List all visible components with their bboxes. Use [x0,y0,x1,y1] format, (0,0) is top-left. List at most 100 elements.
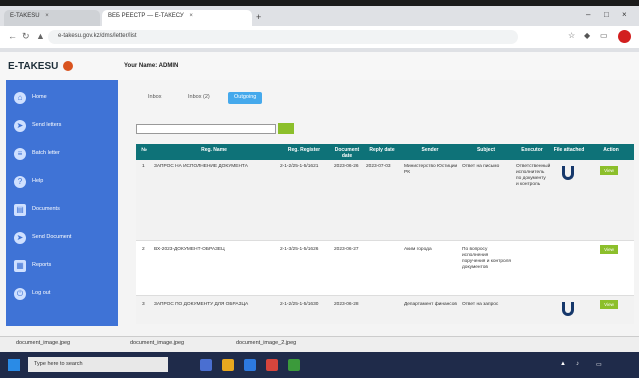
volume-icon[interactable]: ♪ [576,361,579,367]
sidebar-item-home[interactable]: ⌂ Home [12,90,116,108]
browser-tab-2[interactable]: ВЕБ РЕЕСТР — Е-ТАКЕСУ × [102,10,252,26]
profile-avatar[interactable] [618,30,631,43]
address-bar-row: ← ↻ ▲ e-takesu.gov.kz/dms/letter/list ☆ … [0,26,639,48]
new-tab-icon[interactable]: + [256,12,261,22]
sidebar-item-send-letters[interactable]: ➤ Send letters [12,118,116,136]
letters-table: № Reg. Name Reg. Register Document date … [136,144,634,324]
home-icon: ⌂ [14,92,26,104]
column-header[interactable]: Reply date [364,147,400,153]
column-header[interactable]: Action [592,147,630,153]
table-row[interactable]: 1 ЗАПРОС НА ИСПОЛНЕНИЕ ДОКУМЕНТА 2-1-2/2… [136,160,634,240]
logout-icon: ⏻ [14,288,26,300]
view-button[interactable]: View [600,245,618,254]
reload-icon[interactable]: ↻ [22,31,30,42]
search-button[interactable] [278,123,294,134]
column-header[interactable]: Document date [332,147,362,159]
sender-cell: Аким города [404,247,432,252]
sidebar: ⌂ Home ➤ Send letters ≡ Batch letter ? H… [6,80,118,326]
send-icon: ➤ [14,120,26,132]
reg-name-cell: ВХ-2023-ДОКУМЕНТ-ОБРАЗЕЦ [154,247,225,252]
os-taskbar: Type here to search ▲ ♪ ▭ [0,352,639,378]
maximize-icon[interactable]: □ [604,10,609,19]
extensions-icon[interactable]: ◆ [584,31,590,40]
subtab-inbox-2[interactable]: Inbox (2) [182,92,216,104]
subject-cell: Ответ на запрос [462,302,499,307]
batch-icon: ≡ [14,148,26,160]
table-row[interactable]: 3 ЗАПРОС ПО ДОКУМЕНТУ ДЛЯ ОБРАЗЦА 2-1-2/… [136,296,634,324]
sidebar-icon[interactable]: ▭ [600,31,608,40]
sidebar-item-label: Batch letter [32,150,60,156]
sidebar-item-documents[interactable]: ▤ Documents [12,202,116,220]
sidebar-item-label: Help [32,178,44,184]
sender-cell: Департамент финансов [404,302,457,307]
reg-register-cell: 2-1-2/25-1-5/1630 [280,302,319,307]
reg-register-cell: 2-1-2/25-1-5/1621 [280,164,319,169]
sidebar-item-send-document[interactable]: ➤ Send Document [12,230,116,248]
column-header[interactable]: Reg. Register [278,147,330,153]
browser-tab-1[interactable]: E-TAKESU × [4,10,100,26]
close-icon[interactable]: × [45,13,49,19]
sidebar-item-help[interactable]: ? Help [12,174,116,192]
table-row[interactable]: 2 ВХ-2023-ДОКУМЕНТ-ОБРАЗЕЦ 2-1-3/25-1-5/… [136,241,634,295]
subtab-outgoing[interactable]: Outgoing [228,92,263,104]
sidebar-item-label: Send letters [32,122,62,128]
reg-name-cell: ЗАПРОС НА ИСПОЛНЕНИЕ ДОКУМЕНТА [154,164,248,169]
file-explorer-icon[interactable] [222,359,234,371]
sidebar-item-batch-letter[interactable]: ≡ Batch letter [12,146,116,164]
sidebar-item-logout[interactable]: ⏻ Log out [12,286,116,304]
column-header[interactable]: Reg. Name [152,147,276,153]
document-date-cell: 2023-06-26 [334,164,359,169]
sidebar-item-label: Log out [32,290,51,296]
download-item[interactable]: document_image_2.jpeg [236,340,296,346]
search-input[interactable] [136,124,276,134]
column-header[interactable]: № [138,147,150,153]
app-icon[interactable] [288,359,300,371]
executor-cell: Ответственный исполнитель по документу и… [516,164,551,187]
sidebar-item-reports[interactable]: ▦ Reports [12,258,116,276]
app-logo[interactable]: E-TAKESU [8,61,74,72]
minimize-icon[interactable]: – [586,10,590,19]
subtab-inbox[interactable]: Inbox [142,92,167,104]
column-header[interactable]: File attached [552,147,586,153]
sidebar-item-label: Home [32,94,47,100]
row-number: 1 [142,164,145,169]
browser-chrome: E-TAKESU × ВЕБ РЕЕСТР — Е-ТАКЕСУ × + – □… [0,6,639,52]
table-header: № Reg. Name Reg. Register Document date … [136,144,634,160]
network-icon[interactable]: ▲ [560,361,566,367]
star-icon[interactable]: ☆ [568,31,575,40]
close-icon[interactable]: × [189,13,193,19]
sidebar-item-label: Reports [32,262,52,268]
notifications-icon[interactable]: ▭ [596,361,602,368]
attachment-icon[interactable] [562,166,574,180]
report-icon: ▦ [14,260,26,272]
document-date-cell: 2023-06-28 [334,302,359,307]
view-button[interactable]: View [600,300,618,309]
tab-label: E-TAKESU [10,13,40,19]
help-icon: ? [14,176,26,188]
lock-icon: ▲ [36,31,45,41]
start-icon[interactable] [8,359,20,371]
row-number: 2 [142,247,145,252]
taskbar-search[interactable]: Type here to search [28,357,168,372]
sender-cell: Министерство Юстиции РК [404,164,458,175]
task-view-icon[interactable] [200,359,212,371]
download-item[interactable]: document_image.jpeg [16,340,70,346]
send-doc-icon: ➤ [14,232,26,244]
edge-icon[interactable] [244,359,256,371]
app-window: E-TAKESU Your Name: ADMIN ⌂ Home ➤ Send … [0,52,639,336]
column-header[interactable]: Executor [514,147,550,153]
chrome-icon[interactable] [266,359,278,371]
tab-label: ВЕБ РЕЕСТР — Е-ТАКЕСУ [108,13,184,19]
view-button[interactable]: View [600,166,618,175]
subject-cell: По вопросу исполнения поручения и контро… [462,247,512,270]
logo-text: E-TAKESU [8,61,59,72]
row-number: 3 [142,302,145,307]
reply-date-cell: 2023-07-03 [366,164,391,169]
back-icon[interactable]: ← [8,31,17,41]
column-header[interactable]: Subject [460,147,512,153]
column-header[interactable]: Sender [402,147,458,153]
address-bar[interactable]: e-takesu.gov.kz/dms/letter/list [48,30,518,44]
close-window-icon[interactable]: × [622,10,627,19]
attachment-icon[interactable] [562,302,574,316]
download-item[interactable]: document_image.jpeg [130,340,184,346]
